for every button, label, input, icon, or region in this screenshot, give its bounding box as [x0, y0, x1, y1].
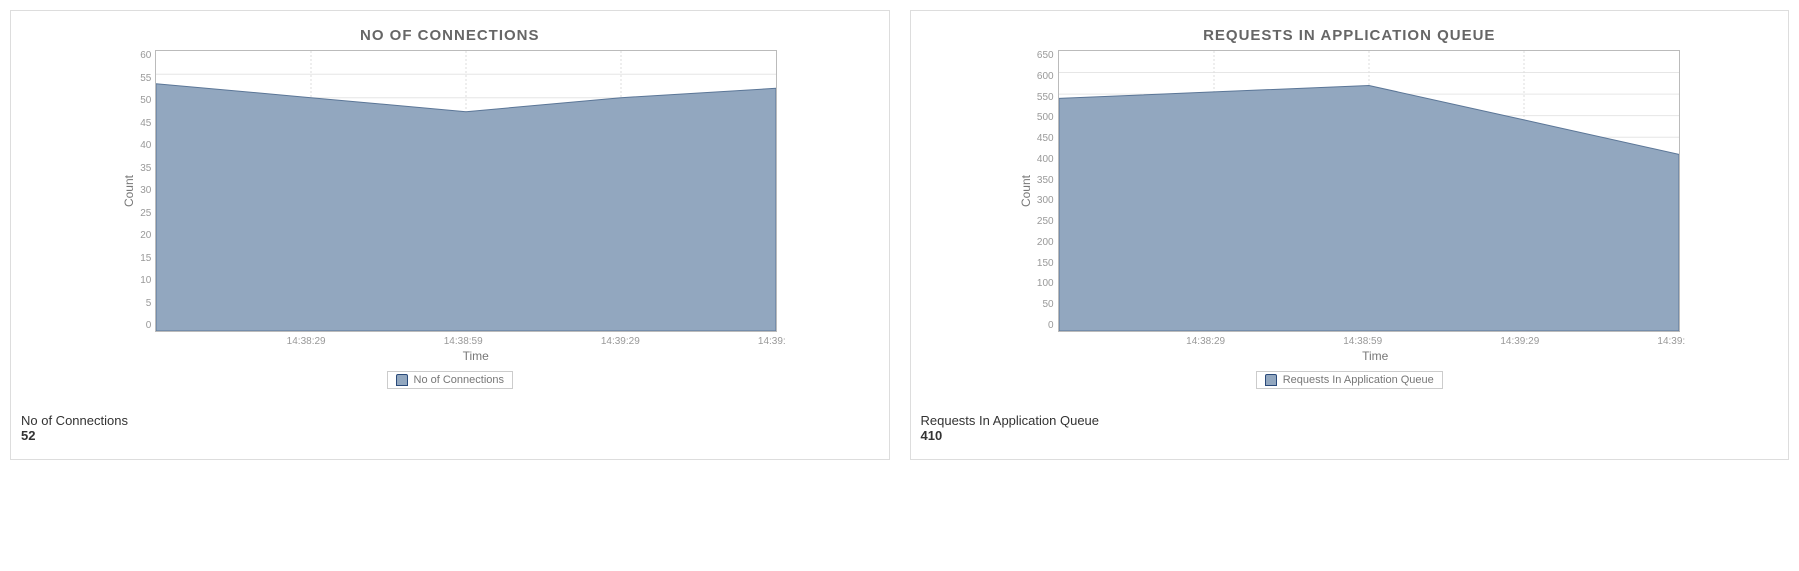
ytick: 600	[1037, 72, 1054, 82]
stat-label: Requests In Application Queue	[921, 413, 1779, 428]
stat-block: Requests In Application Queue 410	[921, 413, 1779, 443]
x-axis-row: . 14:38:29 14:38:59 14:39:29 14:39: Time	[114, 332, 786, 363]
ytick: 30	[140, 186, 151, 196]
ytick: 150	[1037, 259, 1054, 269]
ytick: 0	[1048, 321, 1054, 331]
ytick: 55	[140, 74, 151, 84]
xtick: 14:38:59	[444, 336, 483, 347]
stat-label: No of Connections	[21, 413, 879, 428]
xtick: 14:39:	[758, 336, 786, 347]
ytick: 500	[1037, 113, 1054, 123]
x-axis-label: Time	[1362, 349, 1388, 363]
chart-svg	[156, 51, 776, 331]
plot-area[interactable]	[155, 50, 777, 332]
xtick: 14:38:29	[287, 336, 326, 347]
x-axis-ticks: . 14:38:29 14:38:59 14:39:29 14:39:	[1065, 336, 1685, 347]
y-axis-ticks: 60 55 50 45 40 35 30 25 20 15 10 5 0	[140, 51, 155, 331]
stat-value: 52	[21, 428, 879, 443]
ytick: 650	[1037, 51, 1054, 61]
ytick: 60	[140, 51, 151, 61]
xtick: 14:38:29	[1186, 336, 1225, 347]
legend-swatch-icon	[1265, 374, 1277, 386]
ytick: 300	[1037, 196, 1054, 206]
ytick: 550	[1037, 93, 1054, 103]
ytick: 40	[140, 141, 151, 151]
legend-label: Requests In Application Queue	[1283, 374, 1434, 386]
series-area	[1059, 86, 1679, 332]
ytick: 15	[140, 254, 151, 264]
chart-svg	[1059, 51, 1679, 331]
ytick: 350	[1037, 176, 1054, 186]
ytick: 100	[1037, 279, 1054, 289]
ytick: 35	[140, 164, 151, 174]
chart-requests: REQUESTS IN APPLICATION QUEUE Count 650 …	[921, 21, 1779, 389]
ytick: 50	[140, 96, 151, 106]
panel-requests: REQUESTS IN APPLICATION QUEUE Count 650 …	[910, 10, 1790, 460]
ytick: 10	[140, 276, 151, 286]
ytick: 400	[1037, 155, 1054, 165]
ytick: 0	[146, 321, 152, 331]
ytick: 50	[1042, 300, 1053, 310]
chart-body: Count 650 600 550 500 450 400 350 300 25…	[1019, 50, 1680, 332]
y-axis-ticks: 650 600 550 500 450 400 350 300 250 200 …	[1037, 51, 1058, 331]
ytick: 25	[140, 209, 151, 219]
ytick: 200	[1037, 238, 1054, 248]
xtick: 14:39:	[1657, 336, 1685, 347]
chart-title: REQUESTS IN APPLICATION QUEUE	[1203, 27, 1495, 44]
y-axis-label: Count	[1019, 175, 1033, 207]
stat-block: No of Connections 52	[21, 413, 879, 443]
xtick: 14:39:29	[1500, 336, 1539, 347]
plot-area[interactable]	[1058, 50, 1680, 332]
x-axis-label: Time	[463, 349, 489, 363]
ytick: 20	[140, 231, 151, 241]
series-area	[156, 84, 776, 331]
x-axis-row: . 14:38:29 14:38:59 14:39:29 14:39: Time	[1013, 332, 1685, 363]
legend[interactable]: Requests In Application Queue	[1256, 371, 1443, 389]
y-axis-label: Count	[122, 175, 136, 207]
ytick: 45	[140, 119, 151, 129]
legend[interactable]: No of Connections	[387, 371, 514, 389]
xtick: 14:39:29	[601, 336, 640, 347]
panel-connections: NO OF CONNECTIONS Count 60 55 50 45 40 3…	[10, 10, 890, 460]
stat-value: 410	[921, 428, 1779, 443]
xtick: 14:38:59	[1343, 336, 1382, 347]
x-axis-ticks: . 14:38:29 14:38:59 14:39:29 14:39:	[166, 336, 786, 347]
ytick: 250	[1037, 217, 1054, 227]
chart-connections: NO OF CONNECTIONS Count 60 55 50 45 40 3…	[21, 21, 879, 389]
chart-body: Count 60 55 50 45 40 35 30 25 20 15 10 5…	[122, 50, 777, 332]
chart-title: NO OF CONNECTIONS	[360, 27, 540, 44]
legend-label: No of Connections	[414, 374, 505, 386]
ytick: 5	[146, 299, 152, 309]
ytick: 450	[1037, 134, 1054, 144]
dashboard-row: NO OF CONNECTIONS Count 60 55 50 45 40 3…	[0, 0, 1799, 470]
legend-swatch-icon	[396, 374, 408, 386]
